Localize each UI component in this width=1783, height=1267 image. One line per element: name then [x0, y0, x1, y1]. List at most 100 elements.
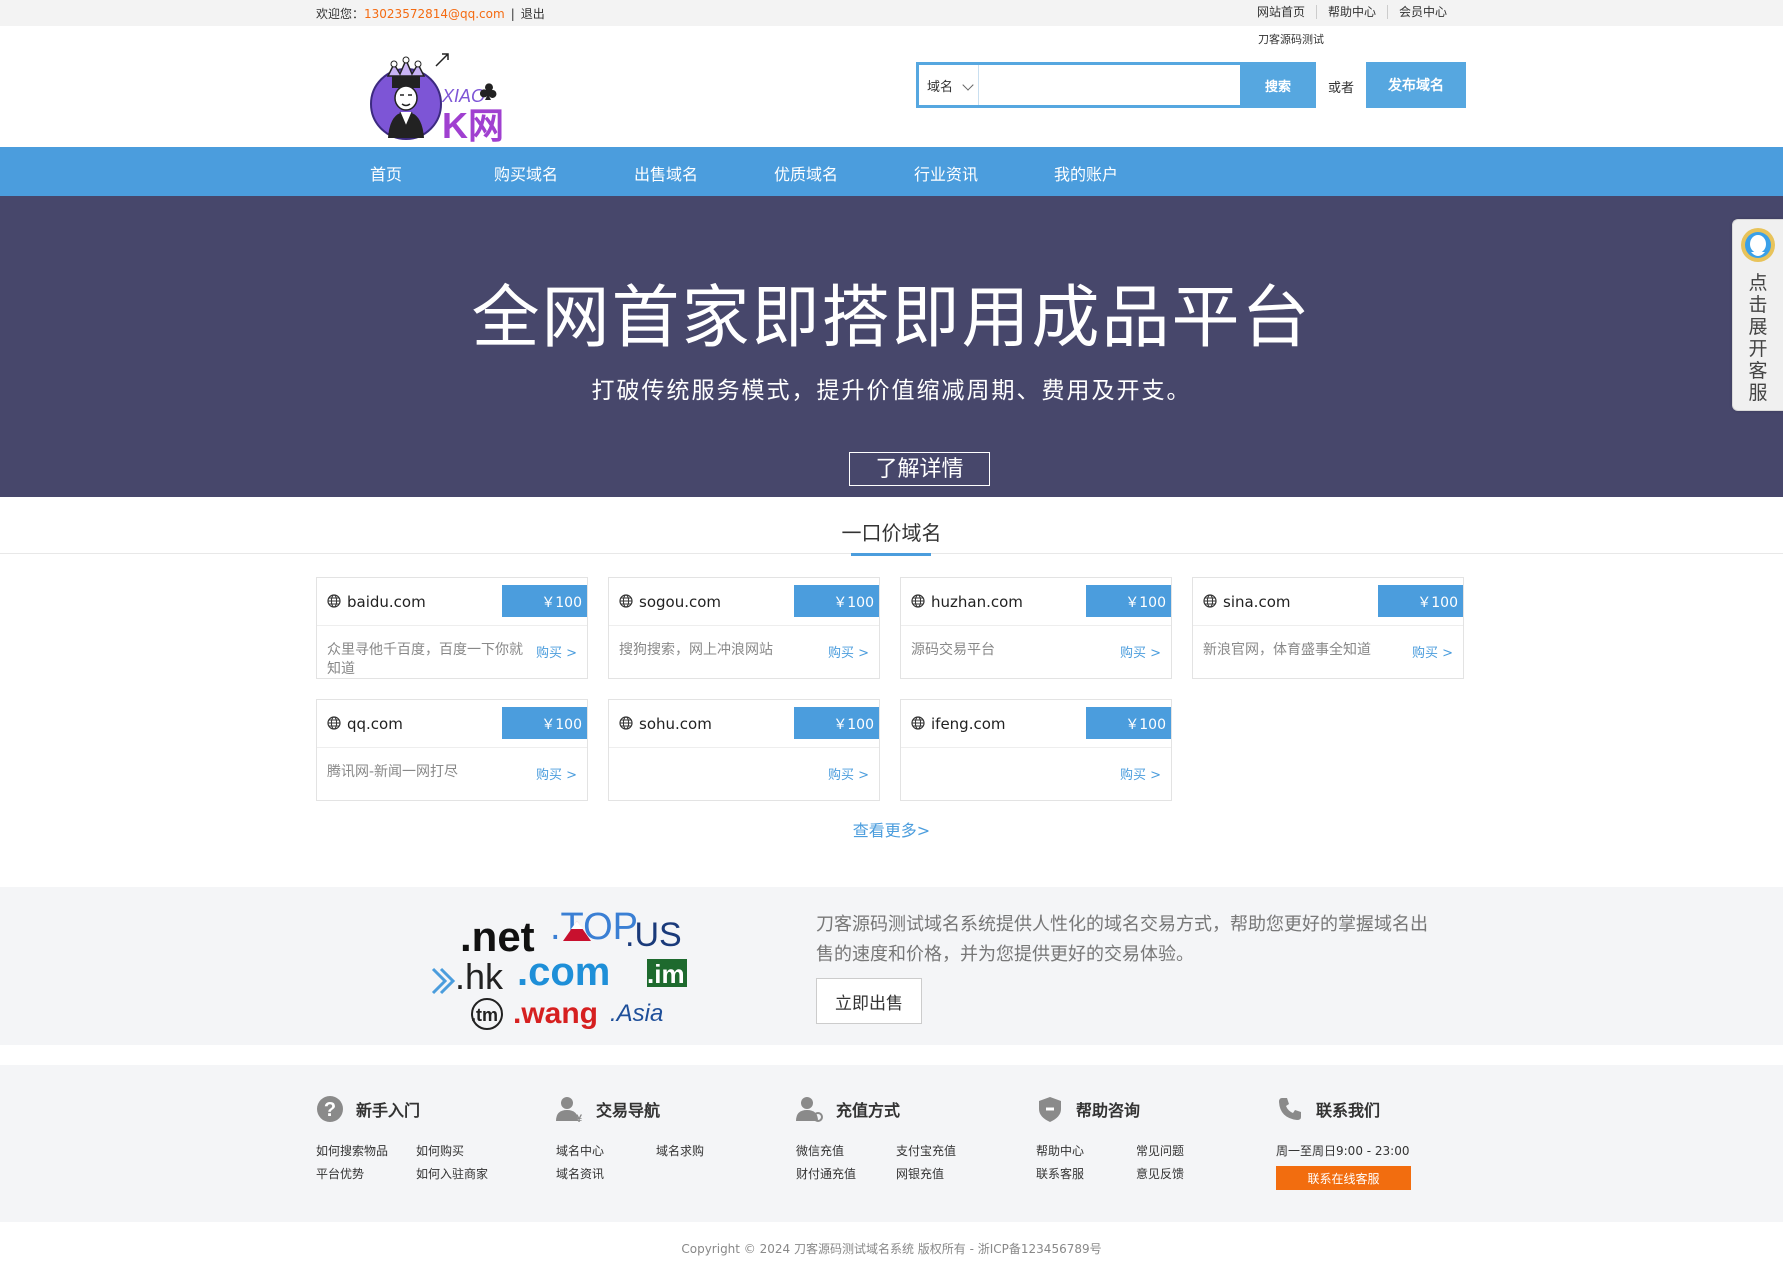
domain-name[interactable]: qq.com	[347, 715, 403, 733]
question-icon: ?	[317, 1096, 343, 1122]
nav-item-buy-domain[interactable]: 购买域名	[494, 161, 558, 185]
customer-service-tab[interactable]: 点击展开客服	[1732, 219, 1783, 411]
learn-more-button[interactable]: 了解详情	[849, 452, 990, 486]
domain-description: 众里寻他千百度，百度一下你就知道	[327, 642, 523, 677]
footer-link[interactable]: 域名资讯	[556, 1165, 604, 1182]
site-logo[interactable]: XIAO K网	[366, 46, 512, 156]
domain-suffix-art: .net .TOP .US .hk .com .im .tm .wang .As…	[431, 906, 687, 1030]
domain-name[interactable]: sina.com	[1223, 593, 1291, 611]
domain-description: 搜狗搜索，网上冲浪网站	[619, 642, 773, 658]
footer-link[interactable]: 意见反馈	[1136, 1165, 1184, 1182]
domain-price: ￥100	[794, 707, 879, 739]
search-button[interactable]: 搜索	[1240, 62, 1316, 108]
footer-link[interactable]: 域名中心	[556, 1142, 604, 1159]
nav-item-my-account[interactable]: 我的账户	[1054, 161, 1118, 185]
nav-item-home[interactable]: 首页	[370, 161, 402, 185]
domain-card[interactable]: sina.com ￥100 新浪官网，体育盛事全知道 购买 >	[1192, 577, 1464, 679]
domain-name[interactable]: baidu.com	[347, 593, 426, 611]
nav-item-premium-domain[interactable]: 优质域名	[774, 161, 838, 185]
online-service-button[interactable]: 联系在线客服	[1276, 1166, 1411, 1190]
domain-card-header: ifeng.com ￥100	[901, 700, 1171, 748]
domain-price: ￥100	[1378, 585, 1463, 617]
service-hours: 周一至周日9:00 - 23:00	[1276, 1144, 1410, 1158]
footer-link[interactable]: 支付宝充值	[896, 1142, 956, 1159]
sell-now-button[interactable]: 立即出售	[816, 978, 922, 1024]
welcome-label: 欢迎您：	[316, 7, 365, 21]
globe-icon	[1203, 594, 1217, 608]
art-label-wang: .wang	[513, 997, 598, 1030]
domain-card-header: sina.com ￥100	[1193, 578, 1463, 626]
domain-name[interactable]: sogou.com	[639, 593, 721, 611]
buy-link[interactable]: 购买 >	[1412, 642, 1453, 661]
globe-icon	[619, 594, 633, 608]
shield-icon	[1039, 1097, 1061, 1122]
buy-link[interactable]: 购买 >	[1120, 764, 1161, 783]
banner-title: 全网首家即搭即用成品平台	[471, 279, 1312, 358]
buy-link[interactable]: 购买 >	[1120, 642, 1161, 661]
welcome-area: 欢迎您：13023572814@qq.com | 退出	[316, 5, 545, 22]
search-type-select[interactable]: 域名	[919, 65, 979, 105]
globe-icon	[619, 716, 633, 730]
separator: |	[510, 7, 515, 21]
domain-card[interactable]: ifeng.com ￥100 购买 >	[900, 699, 1172, 801]
domain-price: ￥100	[1086, 585, 1171, 617]
banner-subtitle: 打破传统服务模式，提升价值缩减周期、费用及开支。	[591, 378, 1192, 404]
svg-text:?: ?	[324, 1099, 336, 1121]
chevron-down-icon	[962, 79, 974, 91]
domain-name[interactable]: huzhan.com	[931, 593, 1023, 611]
domain-price: ￥100	[794, 585, 879, 617]
footer-link[interactable]: 联系客服	[1036, 1165, 1084, 1182]
footer-link[interactable]: 常见问题	[1136, 1142, 1184, 1159]
footer-link[interactable]: 微信充值	[796, 1142, 844, 1159]
publish-domain-button[interactable]: 发布域名	[1366, 62, 1466, 108]
art-label-asia: .Asia	[610, 1000, 663, 1027]
buy-link[interactable]: 购买 >	[536, 764, 577, 783]
nav-item-industry-news[interactable]: 行业资讯	[914, 161, 978, 185]
domain-name[interactable]: ifeng.com	[931, 715, 1006, 733]
see-more-link[interactable]: 查看更多>	[0, 817, 1783, 841]
domain-card[interactable]: huzhan.com ￥100 源码交易平台 购买 >	[900, 577, 1172, 679]
member-center-link[interactable]: 会员中心	[1386, 5, 1458, 19]
site-home-link[interactable]: 网站首页	[1246, 5, 1316, 19]
top-links: 网站首页 帮助中心 会员中心	[1246, 5, 1458, 19]
footer-link[interactable]: 网银充值	[896, 1165, 944, 1182]
domain-card[interactable]: baidu.com ￥100 众里寻他千百度，百度一下你就知道 购买 >	[316, 577, 588, 679]
chevrons-icon	[431, 967, 456, 995]
help-center-link[interactable]: 帮助中心	[1315, 5, 1387, 19]
section-title-underline	[851, 553, 931, 556]
buy-link[interactable]: 购买 >	[828, 642, 869, 661]
domain-name[interactable]: sohu.com	[639, 715, 712, 733]
footer-col-title: 新手入门	[356, 1101, 421, 1120]
footer-link[interactable]: 如何搜索物品	[316, 1142, 388, 1159]
domain-price: ￥100	[1086, 707, 1171, 739]
search-type-value: 域名	[927, 80, 954, 95]
footer-link[interactable]: 平台优势	[316, 1165, 364, 1182]
user-email-link[interactable]: 13023572814@qq.com	[364, 7, 505, 21]
footer-col-title: 帮助咨询	[1076, 1101, 1141, 1120]
globe-icon	[911, 716, 925, 730]
globe-icon	[911, 594, 925, 608]
logout-link[interactable]: 退出	[521, 7, 545, 21]
art-label-hk: .hk	[455, 956, 504, 997]
main-nav: 首页 购买域名 出售域名 优质域名 行业资讯 我的账户	[0, 147, 1783, 196]
domain-card[interactable]: sogou.com ￥100 搜狗搜索，网上冲浪网站 购买 >	[608, 577, 880, 679]
footer-link[interactable]: 帮助中心	[1036, 1142, 1084, 1159]
footer-link[interactable]: 域名求购	[656, 1142, 704, 1159]
domain-card[interactable]: sohu.com ￥100 购买 >	[608, 699, 880, 801]
buy-link[interactable]: 购买 >	[828, 764, 869, 783]
art-label-com: .com	[517, 950, 610, 994]
hero-banner: 全网首家即搭即用成品平台 打破传统服务模式，提升价值缩减周期、费用及开支。 了解…	[0, 196, 1783, 497]
domain-price: ￥100	[502, 707, 587, 739]
svg-text:XIAO: XIAO	[441, 86, 485, 106]
user-money-icon: ¥	[556, 1097, 583, 1123]
footer-link[interactable]: 财付通充值	[796, 1165, 856, 1182]
footer-col-title: 交易导航	[596, 1101, 661, 1120]
domain-description: 源码交易平台	[911, 642, 995, 658]
domain-price: ￥100	[502, 585, 587, 617]
buy-link[interactable]: 购买 >	[536, 642, 577, 661]
footer-link[interactable]: 如何购买	[416, 1142, 464, 1159]
nav-item-sell-domain[interactable]: 出售域名	[634, 161, 698, 185]
domain-card[interactable]: qq.com ￥100 腾讯网-新闻一网打尽 购买 >	[316, 699, 588, 801]
footer: ? 新手入门 如何搜索物品 如何购买 平台优势 如何入驻商家 ¥ 交易导航 域名…	[0, 1065, 1783, 1222]
footer-link[interactable]: 如何入驻商家	[416, 1165, 488, 1182]
